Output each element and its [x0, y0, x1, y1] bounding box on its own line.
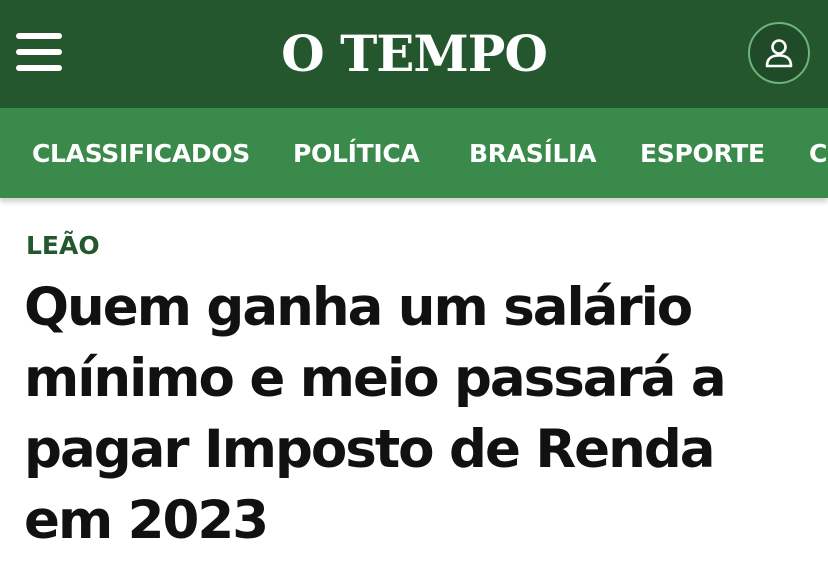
hamburger-menu-icon[interactable] [16, 33, 64, 73]
user-icon [765, 39, 793, 68]
user-account-button[interactable] [748, 22, 810, 84]
site-logo[interactable]: O TEMPO [0, 24, 828, 84]
nav-item-brasilia[interactable]: BRASÍLIA [469, 108, 596, 198]
nav-item-politica[interactable]: POLÍTICA [293, 108, 420, 198]
menu-line [16, 65, 62, 71]
nav-item-classificados[interactable]: CLASSIFICADOS [32, 108, 250, 198]
sections-nav: CLASSIFICADOS POLÍTICA BRASÍLIA ESPORTE … [0, 108, 828, 198]
nav-item-esporte[interactable]: ESPORTE [640, 108, 765, 198]
article-category[interactable]: LEÃO [26, 228, 100, 264]
menu-line [16, 49, 62, 55]
article-headline: Quem ganha um salário mínimo e meio pass… [24, 277, 727, 551]
nav-item-next-truncated[interactable]: C [809, 108, 827, 198]
top-header: O TEMPO [0, 0, 828, 108]
menu-line [16, 33, 62, 39]
